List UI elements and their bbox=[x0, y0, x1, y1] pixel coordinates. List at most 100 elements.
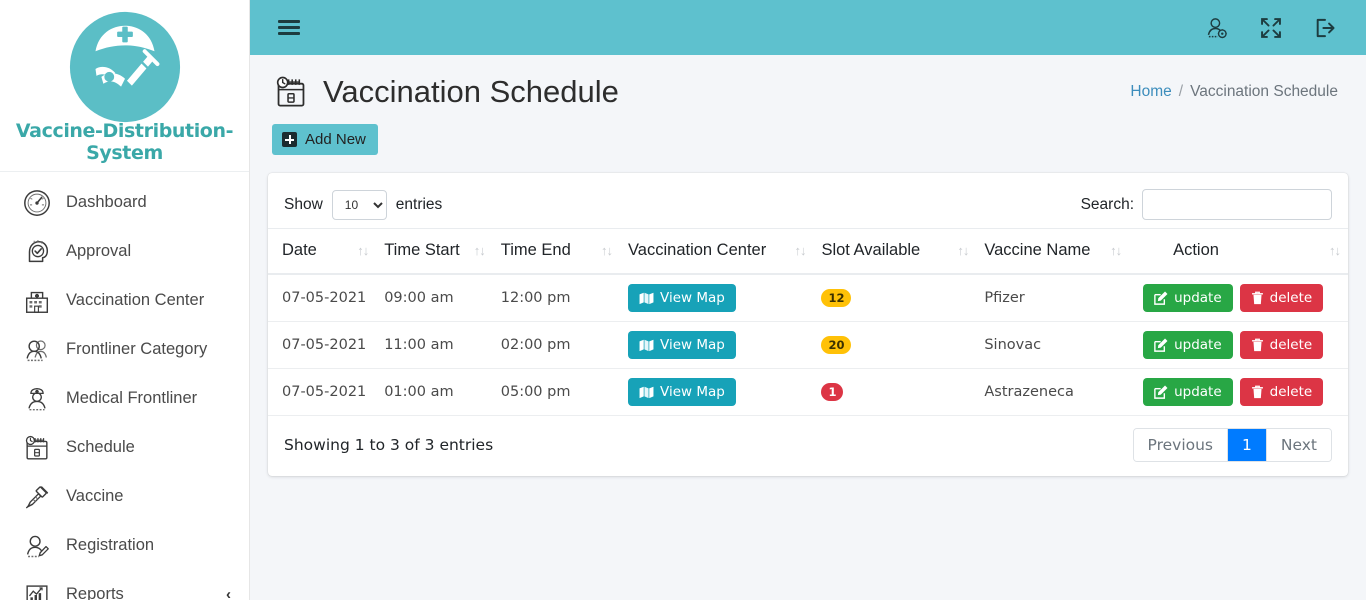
calendar-clock-icon bbox=[25, 435, 48, 459]
view-map-button[interactable]: View Map bbox=[628, 378, 736, 406]
cell-date: 07-05-2021 bbox=[268, 368, 377, 416]
cell-time-end: 02:00 pm bbox=[492, 321, 621, 369]
column-header-vaccine-name[interactable]: Vaccine Name ↑↓ bbox=[976, 228, 1130, 275]
column-label: Slot Available bbox=[821, 241, 921, 259]
column-header-time-end[interactable]: Time End ↑↓ bbox=[492, 228, 621, 275]
sidebar-item-label: Frontliner Category bbox=[66, 340, 208, 358]
table-footer: Showing 1 to 3 of 3 entries Previous 1 N… bbox=[268, 416, 1348, 476]
showing-entries-info: Showing 1 to 3 of 3 entries bbox=[284, 436, 494, 454]
sort-icon: ↑↓ bbox=[957, 243, 969, 258]
sidebar-item-vaccine[interactable]: Vaccine bbox=[0, 472, 249, 521]
logout-icon[interactable] bbox=[1312, 15, 1338, 41]
sidebar-item-label: Reports bbox=[66, 585, 124, 600]
cell-time-start: 01:00 am bbox=[376, 368, 493, 416]
delete-label: delete bbox=[1269, 337, 1313, 353]
column-header-vaccination-center[interactable]: Vaccination Center ↑↓ bbox=[620, 228, 814, 275]
sidebar-item-vaccination-center[interactable]: Vaccination Center bbox=[0, 276, 249, 325]
search-input[interactable] bbox=[1142, 189, 1332, 220]
add-new-label: Add New bbox=[305, 131, 366, 148]
table-head: Date ↑↓ Time Start ↑↓ Time End ↑↓ Vaccin… bbox=[268, 228, 1348, 275]
cell-vaccine-name: Astrazeneca bbox=[976, 368, 1130, 416]
delete-button[interactable]: delete bbox=[1239, 331, 1324, 359]
sidebar-item-label: Vaccination Center bbox=[66, 291, 205, 309]
app-root: Vaccine-Distribution-System Dashboard Ap… bbox=[0, 0, 1366, 600]
update-label: update bbox=[1174, 337, 1222, 353]
dashboard-gauge-icon bbox=[24, 189, 50, 216]
cell-slot-available: 12 bbox=[813, 274, 977, 322]
delete-button[interactable]: delete bbox=[1239, 378, 1324, 406]
view-map-button[interactable]: View Map bbox=[628, 284, 736, 312]
plus-square-icon bbox=[282, 132, 297, 147]
page-title: Vaccination Schedule bbox=[272, 73, 619, 111]
update-button[interactable]: update bbox=[1143, 331, 1233, 359]
pagination-page-1[interactable]: 1 bbox=[1228, 429, 1267, 461]
view-map-label: View Map bbox=[660, 290, 725, 306]
sort-icon: ↑↓ bbox=[794, 243, 806, 258]
cell-vaccination-center: View Map bbox=[620, 321, 814, 369]
cell-time-start: 09:00 am bbox=[376, 274, 493, 322]
chevron-left-icon[interactable]: ‹ bbox=[226, 586, 231, 600]
table-row: 07-05-2021 01:00 am 05:00 pm View Map 1 … bbox=[268, 368, 1348, 416]
brand-block[interactable]: Vaccine-Distribution-System bbox=[0, 0, 249, 172]
sidebar-item-label: Approval bbox=[66, 242, 132, 260]
entries-per-page-select[interactable]: 10 25 50 100 bbox=[331, 189, 387, 220]
pencil-square-icon bbox=[1154, 291, 1168, 305]
topbar-actions bbox=[1204, 15, 1338, 41]
show-entries-group: Show 10 25 50 100 entries bbox=[284, 189, 442, 220]
topbar bbox=[250, 0, 1366, 55]
cell-vaccination-center: View Map bbox=[620, 368, 814, 416]
hamburger-menu-icon[interactable] bbox=[278, 17, 300, 39]
sort-icon: ↑↓ bbox=[1110, 243, 1122, 258]
fullscreen-expand-icon[interactable] bbox=[1258, 15, 1284, 41]
delete-button[interactable]: delete bbox=[1239, 284, 1324, 312]
view-map-label: View Map bbox=[660, 337, 725, 353]
column-label: Time Start bbox=[384, 241, 460, 259]
person-pencil-icon bbox=[26, 535, 49, 557]
view-map-button[interactable]: View Map bbox=[628, 331, 736, 359]
column-header-time-start[interactable]: Time Start ↑↓ bbox=[376, 228, 493, 275]
pagination-previous[interactable]: Previous bbox=[1133, 429, 1229, 461]
cell-slot-available: 20 bbox=[813, 321, 977, 369]
update-button[interactable]: update bbox=[1143, 378, 1233, 406]
column-header-action[interactable]: Action ↑↓ bbox=[1129, 228, 1348, 275]
cell-vaccine-name: Sinovac bbox=[976, 321, 1130, 369]
column-label: Action bbox=[1173, 241, 1219, 259]
breadcrumb-separator: / bbox=[1178, 83, 1184, 100]
sidebar-item-approval[interactable]: Approval bbox=[0, 227, 249, 276]
sidebar-item-registration[interactable]: Registration bbox=[0, 521, 249, 570]
main-area: Vaccination Schedule Home / Vaccination … bbox=[250, 0, 1366, 600]
add-new-button[interactable]: Add New bbox=[272, 124, 378, 155]
sidebar-item-dashboard[interactable]: Dashboard bbox=[0, 178, 249, 227]
table-row: 07-05-2021 09:00 am 12:00 pm View Map 12… bbox=[268, 274, 1348, 322]
cell-date: 07-05-2021 bbox=[268, 321, 377, 369]
schedule-card: Show 10 25 50 100 entries Search: bbox=[268, 173, 1348, 476]
slot-badge: 12 bbox=[821, 288, 852, 308]
search-group: Search: bbox=[1081, 189, 1332, 220]
hospital-building-icon bbox=[25, 291, 49, 313]
column-header-date[interactable]: Date ↑↓ bbox=[268, 228, 377, 275]
cell-time-start: 11:00 am bbox=[376, 321, 493, 369]
column-header-slot-available[interactable]: Slot Available ↑↓ bbox=[813, 228, 977, 275]
nurse-syringe-logo bbox=[69, 11, 180, 123]
sort-icon: ↑↓ bbox=[473, 243, 486, 258]
pencil-square-icon bbox=[1154, 385, 1168, 399]
approval-check-head-icon bbox=[28, 239, 49, 262]
table-body: 07-05-2021 09:00 am 12:00 pm View Map 12… bbox=[268, 274, 1348, 416]
pagination-next[interactable]: Next bbox=[1266, 429, 1331, 461]
sidebar-item-reports[interactable]: Reports ‹ bbox=[0, 570, 249, 600]
sidebar-item-medical-frontliner[interactable]: Medical Frontliner bbox=[0, 374, 249, 423]
view-map-label: View Map bbox=[660, 384, 725, 400]
cell-time-end: 05:00 pm bbox=[492, 368, 621, 416]
user-settings-icon[interactable] bbox=[1204, 15, 1230, 41]
page-header: Vaccination Schedule Home / Vaccination … bbox=[250, 55, 1366, 111]
column-label: Time End bbox=[500, 241, 571, 259]
cell-action: update delete bbox=[1129, 321, 1348, 369]
update-button[interactable]: update bbox=[1143, 284, 1233, 312]
column-label: Date bbox=[282, 241, 317, 259]
breadcrumb-home-link[interactable]: Home bbox=[1130, 83, 1171, 101]
sidebar-item-frontliner-category[interactable]: Frontliner Category bbox=[0, 325, 249, 374]
nurse-person-icon bbox=[28, 387, 46, 410]
sidebar-item-label: Registration bbox=[66, 536, 155, 554]
sidebar-item-schedule[interactable]: Schedule bbox=[0, 423, 249, 472]
update-label: update bbox=[1174, 290, 1222, 306]
